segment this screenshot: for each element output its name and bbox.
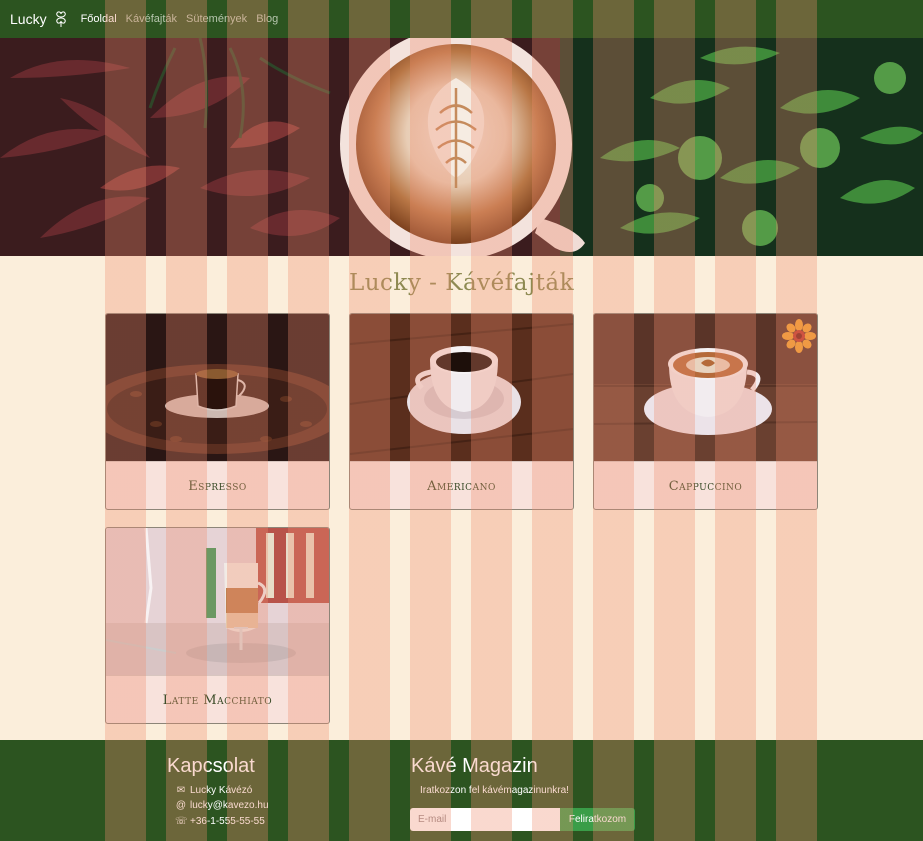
contact-email[interactable]: lucky@kavezo.hu xyxy=(190,800,269,811)
contact-phone[interactable]: +36-1-555-55-55 xyxy=(190,816,265,827)
newsletter-heading: Kávé Magazin xyxy=(411,755,538,777)
hero-latte-image xyxy=(0,38,923,256)
card-label: Americano xyxy=(350,461,573,509)
nav-link-kavefajtak[interactable]: Kávéfajták xyxy=(126,13,177,25)
subscribe-button[interactable]: Feliratkozom xyxy=(560,808,635,831)
navbar: Lucky Főoldal Kávéfajták Sütemények Blog xyxy=(0,0,923,38)
card-label: Cappuccino xyxy=(594,461,817,509)
at-icon: @ xyxy=(175,800,187,811)
card-cappuccino[interactable]: Cappuccino xyxy=(593,313,818,510)
envelope-icon: ✉ xyxy=(176,785,186,796)
hero-banner xyxy=(0,38,923,256)
card-label: Espresso xyxy=(106,461,329,509)
phone-icon: ☏ xyxy=(175,816,188,827)
page-title: Lucky - Kávéfajták xyxy=(348,270,575,296)
card-americano[interactable]: Americano xyxy=(349,313,574,510)
nav-link-fooldal[interactable]: Főoldal xyxy=(81,13,117,25)
nav-link-sutemenyek[interactable]: Sütemények xyxy=(186,13,247,25)
contact-heading: Kapcsolat xyxy=(167,755,255,777)
card-latte-macchiato[interactable]: Latte Macchiato xyxy=(105,527,330,724)
contact-phone-row[interactable]: ☏ +36-1-555-55-55 xyxy=(175,816,265,827)
footer: Kapcsolat ✉ Lucky Kávézó @ lucky@kavezo.… xyxy=(0,740,923,841)
brand-name: Lucky xyxy=(10,11,47,27)
contact-name: Lucky Kávézó xyxy=(190,785,253,796)
espresso-image xyxy=(106,314,329,461)
card-label: Latte Macchiato xyxy=(106,675,329,723)
contact-name-row: ✉ Lucky Kávézó xyxy=(175,785,252,796)
nav-link-blog[interactable]: Blog xyxy=(256,13,278,25)
brand[interactable]: Lucky xyxy=(10,10,69,28)
americano-image xyxy=(350,314,573,461)
contact-email-row[interactable]: @ lucky@kavezo.hu xyxy=(175,800,269,811)
cappuccino-image xyxy=(594,314,817,461)
latte-macchiato-image xyxy=(106,528,329,675)
email-input[interactable] xyxy=(410,808,560,831)
clover-logo-icon xyxy=(55,11,66,27)
card-espresso[interactable]: Espresso xyxy=(105,313,330,510)
newsletter-text: Iratkozzon fel kávémagazinunkra! xyxy=(420,785,569,796)
